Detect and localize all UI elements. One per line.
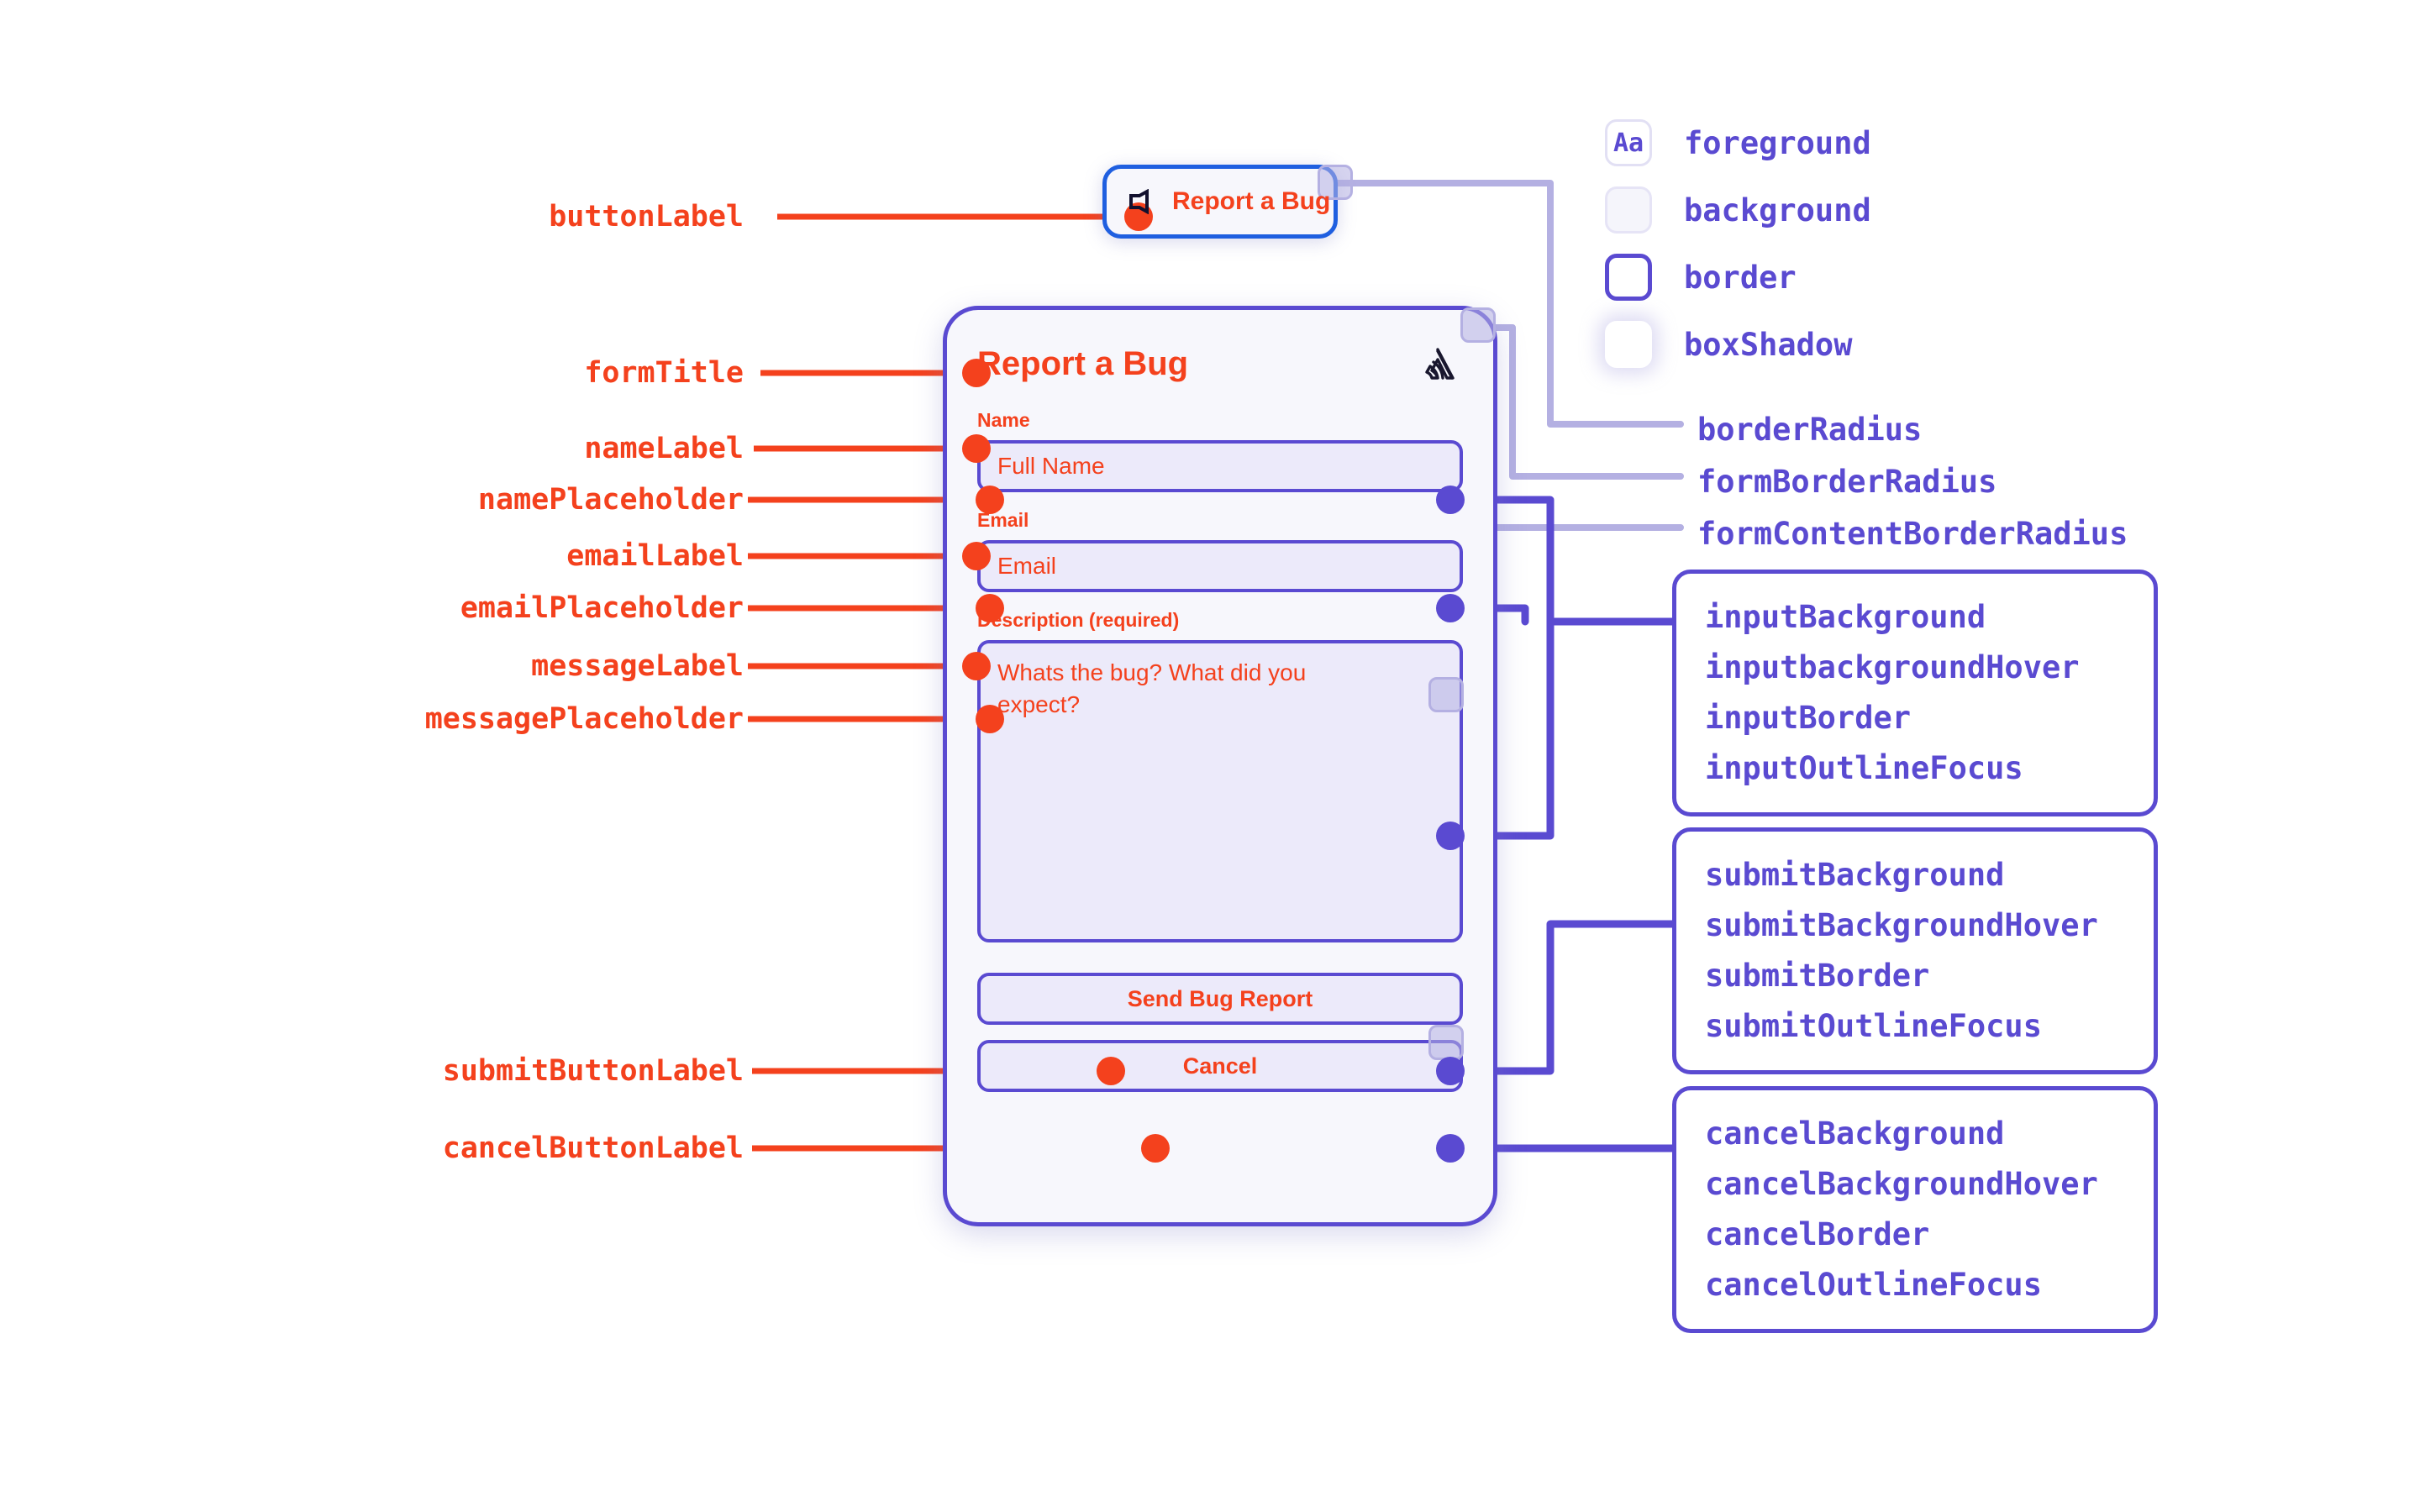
token-submitBorder: submitBorder [1705, 957, 1930, 994]
token-cancelBackground: cancelBackground [1705, 1116, 2005, 1152]
token-submitBackground: submitBackground [1705, 857, 2005, 893]
annotation-label-buttonLabel: buttonLabel [549, 200, 744, 234]
anchor-dot-name-input-tokens [1436, 486, 1465, 514]
token-group-cancel: cancelBackground cancelBackgroundHover c… [1672, 1086, 2158, 1333]
send-bug-report-button[interactable]: Send Bug Report [977, 973, 1463, 1025]
token-cancelOutlineFocus: cancelOutlineFocus [1705, 1266, 2042, 1303]
token-inputOutlineFocus: inputOutlineFocus [1705, 749, 2023, 786]
email-input[interactable]: Email [977, 540, 1463, 592]
trigger-button-label: Report a Bug [1172, 187, 1331, 215]
annotation-label-emailPlaceholder: emailPlaceholder [460, 591, 744, 625]
token-cancelBackgroundHover: cancelBackgroundHover [1705, 1165, 2098, 1202]
background-swatch [1605, 186, 1652, 234]
anchor-dot-formTitle [962, 359, 991, 387]
description-textarea-placeholder: Whats the bug? What did you expect? [997, 659, 1307, 718]
legend: Aa foreground background border boxShado… [1605, 109, 1871, 378]
boxshadow-swatch [1605, 321, 1652, 368]
annotation-label-namePlaceholder: namePlaceholder [477, 483, 744, 517]
legend-label-border: border [1684, 259, 1797, 296]
legend-label-foreground: foreground [1684, 124, 1871, 161]
radius-token-list: borderRadius formBorderRadius formConten… [1697, 403, 2128, 559]
send-bug-report-label: Send Bug Report [1127, 985, 1313, 1011]
radius-token-borderRadius: borderRadius [1697, 411, 1923, 448]
token-group-submit: submitBackground submitBackgroundHover s… [1672, 827, 2158, 1074]
corner-radius-handle-form[interactable] [1460, 307, 1496, 343]
megaphone-icon [1128, 188, 1150, 215]
radius-token-formBorderRadius: formBorderRadius [1697, 463, 1997, 500]
annotation-label-messageLabel: messageLabel [531, 649, 744, 683]
anchor-dot-namePlaceholder [976, 486, 1004, 514]
diagram-canvas: buttonLabel formTitle nameLabel namePlac… [0, 0, 2420, 1512]
anchor-dot-messagePlaceholder [976, 705, 1004, 733]
cancel-button-label: Cancel [1182, 1053, 1258, 1079]
field-label-description: Description (required) [977, 609, 1180, 631]
form-title: Report a Bug [977, 344, 1189, 382]
legend-item-border: border [1605, 244, 1871, 311]
annotation-label-messagePlaceholder: messagePlaceholder [424, 702, 744, 736]
legend-item-boxshadow: boxShadow [1605, 311, 1871, 378]
email-input-placeholder: Email [997, 553, 1057, 579]
sentry-logo [1419, 344, 1463, 383]
anchor-dot-submitButtonLabel [1097, 1057, 1125, 1085]
anchor-dot-email-input-tokens [1436, 594, 1465, 622]
token-cancelBorder: cancelBorder [1705, 1215, 1930, 1252]
anchor-dot-messageLabel [962, 652, 991, 680]
anchor-dot-cancelButtonLabel [1141, 1134, 1170, 1163]
cancel-button[interactable]: Cancel [977, 1040, 1463, 1092]
annotation-label-formTitle: formTitle [584, 356, 744, 390]
report-a-bug-form-card: Report a Bug Name Full Name Email Email … [943, 306, 1497, 1226]
anchor-dot-nameLabel [962, 434, 991, 463]
legend-label-boxshadow: boxShadow [1684, 326, 1853, 363]
legend-item-background: background [1605, 176, 1871, 244]
annotation-label-cancelButtonLabel: cancelButtonLabel [442, 1131, 744, 1165]
token-group-input: inputBackground inputbackgroundHover inp… [1672, 570, 2158, 816]
radius-token-formContentBorderRadius: formContentBorderRadius [1697, 515, 2128, 552]
token-submitBackgroundHover: submitBackgroundHover [1705, 906, 2098, 943]
border-swatch [1605, 254, 1652, 301]
annotation-label-nameLabel: nameLabel [584, 432, 744, 465]
field-label-name: Name [977, 409, 1030, 431]
anchor-dot-textarea-tokens [1436, 822, 1465, 850]
form-header: Report a Bug [977, 339, 1463, 389]
annotation-label-submitButtonLabel: submitButtonLabel [442, 1054, 744, 1088]
legend-item-foreground: Aa foreground [1605, 109, 1871, 176]
field-label-email: Email [977, 509, 1029, 531]
token-inputBackground: inputBackground [1705, 599, 1986, 635]
legend-label-background: background [1684, 192, 1871, 228]
annotation-label-emailLabel: emailLabel [566, 539, 744, 573]
anchor-dot-submit-tokens [1436, 1057, 1465, 1085]
name-input-placeholder: Full Name [997, 453, 1105, 479]
token-inputbackgroundHover: inputbackgroundHover [1705, 648, 2080, 685]
token-submitOutlineFocus: submitOutlineFocus [1705, 1007, 2042, 1044]
token-inputBorder: inputBorder [1705, 699, 1912, 736]
corner-radius-handle-submit[interactable] [1428, 1025, 1464, 1060]
name-input[interactable]: Full Name [977, 440, 1463, 492]
anchor-dot-cancel-tokens [1436, 1134, 1465, 1163]
description-textarea[interactable]: Whats the bug? What did you expect? [977, 640, 1463, 942]
anchor-dot-emailLabel [962, 542, 991, 570]
foreground-swatch: Aa [1605, 119, 1652, 166]
corner-radius-handle-textarea[interactable] [1428, 677, 1464, 712]
anchor-dot-emailPlaceholder [976, 594, 1004, 622]
